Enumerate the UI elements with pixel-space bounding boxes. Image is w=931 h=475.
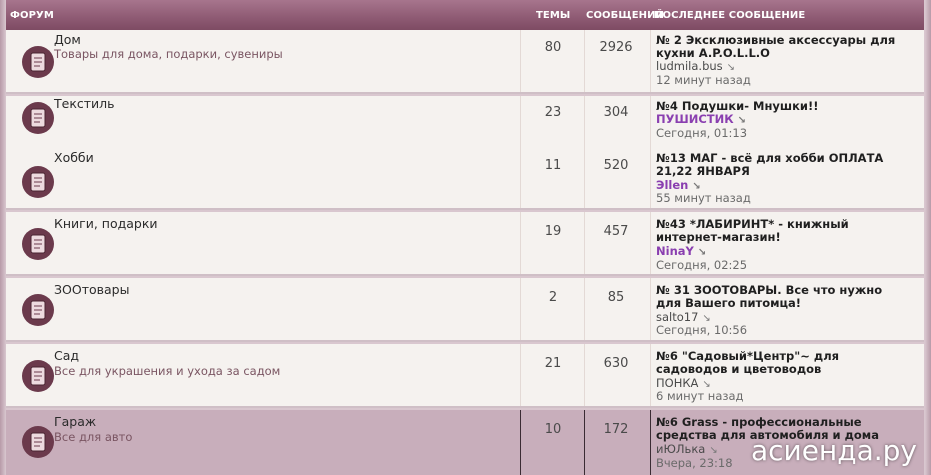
forum-row[interactable]: Дом Товары для дома, подарки, сувениры 8… [6, 30, 924, 94]
posts-count: 304 [603, 105, 629, 120]
last-post-user[interactable]: иЮЛька [656, 442, 705, 456]
topics-count: 21 [544, 356, 562, 371]
last-post-time: Сегодня, 01:13 [656, 126, 748, 140]
forum-row[interactable]: Сад Все для украшения и ухода за садом 2… [6, 344, 924, 408]
forum-title[interactable]: Сад [54, 348, 79, 363]
posts-count: 85 [607, 290, 625, 305]
forum-status-icon [20, 358, 56, 394]
goto-post-icon[interactable]: ↘ [727, 62, 735, 73]
forum-title[interactable]: Дом [54, 32, 81, 47]
forum-title[interactable]: Хобби [54, 150, 94, 165]
last-post-title[interactable]: № 2 Эксклюзивные аксессуары для кухни A.… [656, 34, 896, 60]
last-post-user-row: иЮЛька ↘ [656, 442, 718, 456]
last-post-time: Сегодня, 10:56 [656, 323, 748, 337]
last-post-time: 6 минут назад [656, 389, 744, 403]
last-post-user-row: salto17 ↘ [656, 310, 711, 324]
forum-desc: Все для украшения и ухода за садом [54, 364, 281, 378]
forum-header: ФОРУМ ТЕМЫ СООБЩЕНИЙ ПОСЛЕДНЕЕ СООБЩЕНИЕ [6, 0, 924, 30]
header-posts: СООБЩЕНИЙ [586, 10, 665, 21]
header-forum: ФОРУМ [10, 10, 54, 21]
last-post-title[interactable]: №6 "Садовый*Центр"~ для садоводов и цвет… [656, 350, 896, 376]
forum-row[interactable]: ЗООтовары 2 85 № 31 ЗООТОВАРЫ. Все что н… [6, 278, 924, 342]
last-post-time: 12 минут назад [656, 73, 751, 87]
topics-count: 2 [548, 290, 558, 305]
last-post-time: 55 минут назад [656, 191, 751, 205]
topics-count: 19 [544, 224, 562, 239]
forum-title[interactable]: ЗООтовары [54, 282, 129, 297]
last-post-user-row: ПОНКА ↘ [656, 376, 711, 390]
last-post-user-row: ludmila.bus ↘ [656, 59, 735, 73]
forum-frame: ФОРУМ ТЕМЫ СООБЩЕНИЙ ПОСЛЕДНЕЕ СООБЩЕНИЕ… [0, 0, 931, 475]
forum-status-icon [20, 100, 56, 136]
topics-count: 10 [544, 422, 562, 437]
posts-count: 457 [603, 224, 629, 239]
forum-status-icon [20, 292, 56, 328]
last-post-user[interactable]: salto17 [656, 310, 698, 324]
last-post-title[interactable]: №43 *ЛАБИРИНТ* - книжный интернет-магази… [656, 218, 896, 244]
posts-count: 172 [603, 422, 629, 437]
header-last: ПОСЛЕДНЕЕ СООБЩЕНИЕ [654, 10, 806, 21]
last-post-user-row: Эllen ↘ [656, 178, 701, 192]
goto-post-icon[interactable]: ↘ [738, 115, 746, 126]
site-watermark: асиенда.ру [750, 434, 917, 467]
last-post-user[interactable]: NinaY [656, 244, 694, 258]
forum-desc: Товары для дома, подарки, сувениры [54, 47, 283, 61]
forum-title[interactable]: Гараж [54, 414, 96, 429]
forum-status-icon [20, 44, 56, 80]
forum-title[interactable]: Текстиль [54, 96, 115, 111]
header-topics: ТЕМЫ [536, 10, 571, 21]
posts-count: 520 [603, 158, 629, 173]
topics-count: 23 [544, 105, 562, 120]
topics-count: 80 [544, 40, 562, 55]
forum-row[interactable]: Книги, подарки 19 457 №43 *ЛАБИРИНТ* - к… [6, 212, 924, 276]
last-post-user[interactable]: ПУШИСТИК [656, 112, 734, 126]
forum-status-icon [20, 164, 56, 200]
last-post-user-row: ПУШИСТИК ↘ [656, 112, 746, 126]
topics-count: 11 [544, 158, 562, 173]
last-post-title[interactable]: № 31 ЗООТОВАРЫ. Все что нужно для Вашего… [656, 284, 896, 310]
forum-row[interactable]: Хобби 11 520 №13 МАГ - всё для хобби ОПЛ… [6, 146, 924, 210]
goto-post-icon[interactable]: ↘ [709, 445, 717, 456]
last-post-time: Вчера, 23:18 [656, 456, 733, 470]
posts-count: 2926 [599, 40, 633, 55]
last-post-user[interactable]: ПОНКА [656, 376, 698, 390]
forum-desc: Все для авто [54, 430, 133, 444]
last-post-user[interactable]: Эllen [656, 178, 688, 192]
forum-status-icon [20, 424, 56, 460]
goto-post-icon[interactable]: ↘ [698, 247, 706, 258]
forum-title[interactable]: Книги, подарки [54, 216, 158, 231]
last-post-user[interactable]: ludmila.bus [656, 59, 723, 73]
last-post-time: Сегодня, 02:25 [656, 258, 748, 272]
forum-status-icon [20, 226, 56, 262]
last-post-user-row: NinaY ↘ [656, 244, 706, 258]
last-post-title[interactable]: №13 МАГ - всё для хобби ОПЛАТА 21,22 ЯНВ… [656, 152, 896, 178]
posts-count: 630 [603, 356, 629, 371]
